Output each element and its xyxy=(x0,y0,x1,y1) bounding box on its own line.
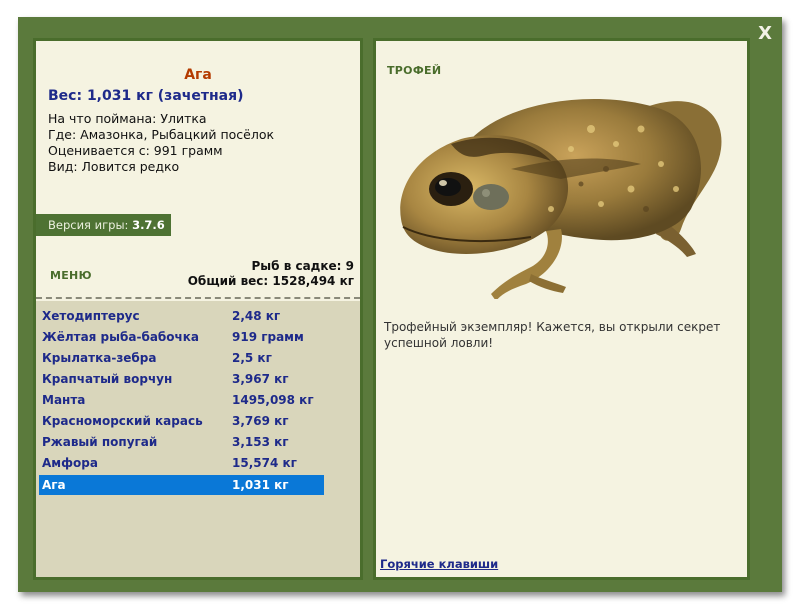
catch-name: Ага xyxy=(42,478,66,492)
valued-info: Оценивается с: 991 грамм xyxy=(48,143,223,158)
version-label: Версия игры: xyxy=(48,218,133,232)
catch-name: Манта xyxy=(42,393,86,407)
version-value: 3.7.6 xyxy=(132,218,165,232)
toad-icon xyxy=(400,99,722,301)
catch-weight: 3,967 кг xyxy=(232,372,289,386)
fish-count: Рыб в садке: 9 xyxy=(251,259,355,273)
fish-weight: Вес: 1,031 кг (зачетная) xyxy=(48,88,244,104)
catch-name: Амфора xyxy=(42,456,98,470)
trophy-window: X Ага Вес: 1,031 кг (зачетная) На что по… xyxy=(18,17,782,592)
list-item[interactable]: Красноморский карась 3,769 кг xyxy=(39,411,324,431)
catch-weight: 919 грамм xyxy=(232,330,304,344)
catch-name: Жёлтая рыба-бабочка xyxy=(42,330,200,344)
catch-weight: 1495,098 кг xyxy=(232,393,314,407)
list-item[interactable]: Ржавый попугай 3,153 кг xyxy=(39,432,324,452)
cane-toad-image xyxy=(391,69,731,301)
list-item[interactable]: Крапчатый ворчун 3,967 кг xyxy=(39,369,324,389)
rarity-info: Вид: Ловится редко xyxy=(48,159,180,174)
catch-name: Крылатка-зебра xyxy=(42,351,157,365)
fish-name: Ага xyxy=(184,67,212,83)
catch-weight: 2,5 кг xyxy=(232,351,272,365)
fish-info-panel: Ага Вес: 1,031 кг (зачетная) На что пойм… xyxy=(33,38,363,580)
catch-weight: 2,48 кг xyxy=(232,309,281,323)
divider xyxy=(36,297,360,299)
menu-button[interactable]: МЕНЮ xyxy=(50,269,92,282)
catch-weight: 15,574 кг xyxy=(232,456,297,470)
catch-name: Хетодиптерус xyxy=(42,309,140,323)
list-item[interactable]: Крылатка-зебра 2,5 кг xyxy=(39,348,324,368)
list-item-selected[interactable]: Ага 1,031 кг xyxy=(39,475,324,495)
hotkeys-link[interactable]: Горячие клавиши xyxy=(380,557,498,571)
list-item[interactable]: Хетодиптерус 2,48 кг xyxy=(39,306,324,326)
catch-name: Ржавый попугай xyxy=(42,435,158,449)
catch-weight: 3,769 кг xyxy=(232,414,289,428)
keepnet-stats: Рыб в садке: 9 Общий вес: 1528,494 кг xyxy=(188,259,354,289)
catch-weight: 3,153 кг xyxy=(232,435,289,449)
location-info: Где: Амазонка, Рыбацкий посёлок xyxy=(48,127,275,142)
catch-weight: 1,031 кг xyxy=(232,478,289,492)
version-badge: Версия игры: 3.7.6 xyxy=(36,214,171,236)
close-button[interactable]: X xyxy=(758,25,772,43)
catch-list: Хетодиптерус 2,48 кг Жёлтая рыба-бабочка… xyxy=(36,301,360,577)
list-item[interactable]: Амфора 15,574 кг xyxy=(39,453,324,473)
trophy-panel: ТРОФЕЙ Трофейный экземпляр! Кажется, вы … xyxy=(373,38,750,580)
bait-info: На что поймана: Улитка xyxy=(48,111,207,126)
catch-name: Красноморский карась xyxy=(42,414,203,428)
total-weight: Общий вес: 1528,494 кг xyxy=(187,274,354,288)
list-item[interactable]: Жёлтая рыба-бабочка 919 грамм xyxy=(39,327,324,347)
list-item[interactable]: Манта 1495,098 кг xyxy=(39,390,324,410)
trophy-description: Трофейный экземпляр! Кажется, вы открыли… xyxy=(384,320,721,350)
catch-name: Крапчатый ворчун xyxy=(42,372,173,386)
